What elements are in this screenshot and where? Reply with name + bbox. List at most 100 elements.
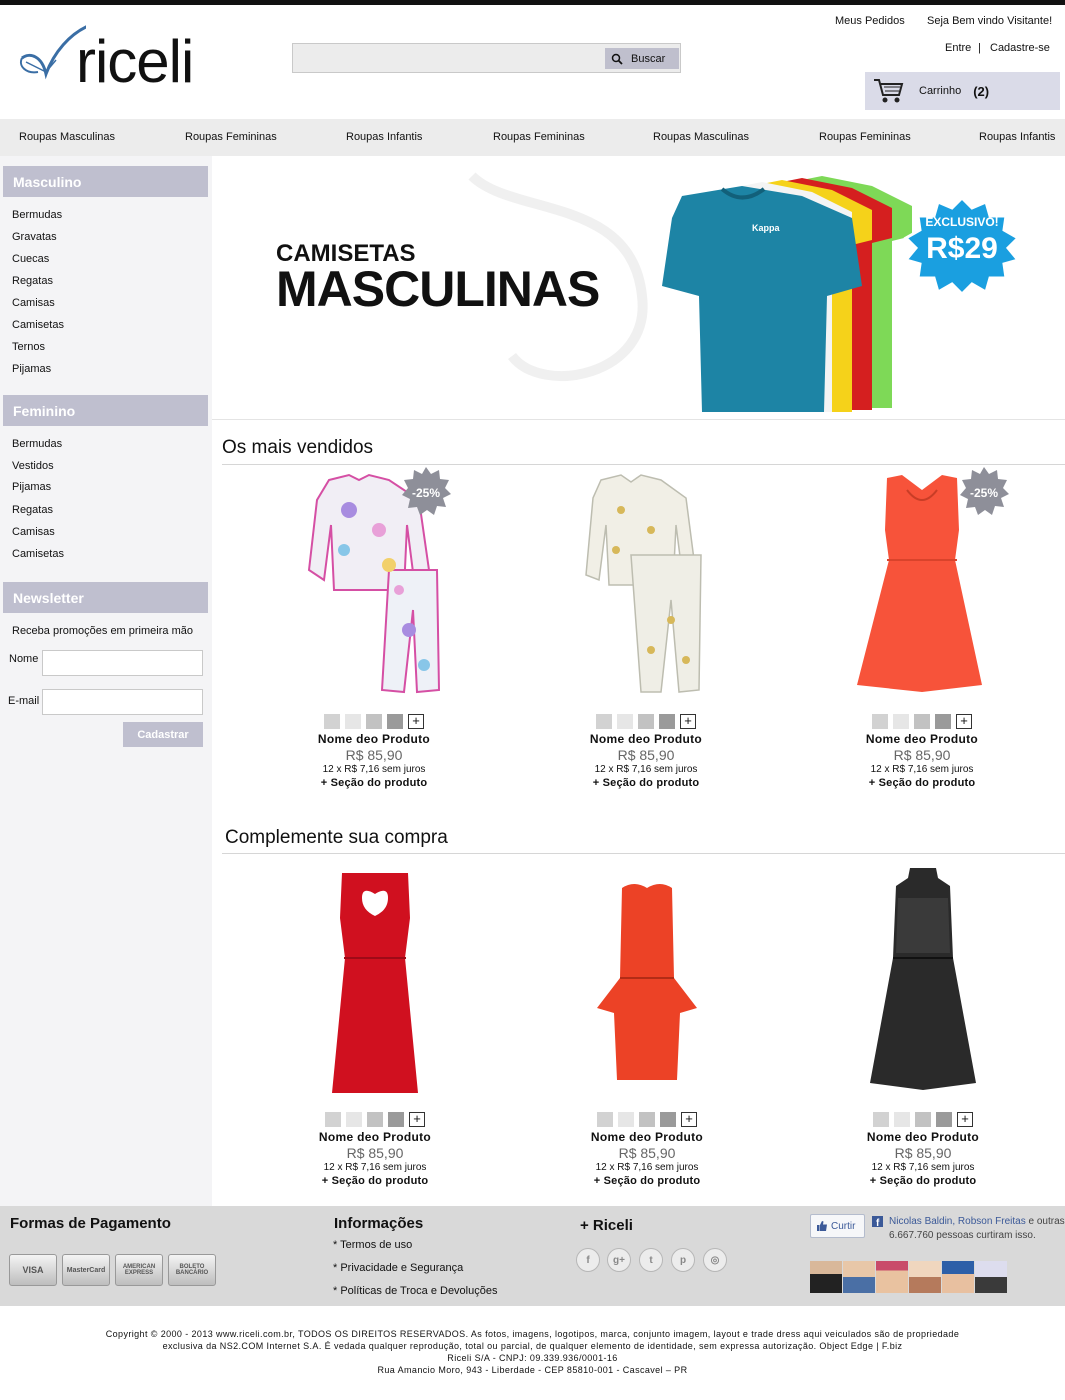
color-swatch[interactable] — [935, 714, 951, 729]
sidebar-item-pijamas[interactable]: Pijamas — [12, 481, 51, 493]
nav-item-roupas-femininas[interactable]: Roupas Femininas — [493, 131, 585, 143]
nav-item-roupas-femininas[interactable]: Roupas Femininas — [185, 131, 277, 143]
color-swatch[interactable] — [618, 1112, 634, 1127]
color-swatch[interactable] — [388, 1112, 404, 1127]
newsletter-name-input[interactable] — [42, 650, 203, 676]
sidebar-item-ternos[interactable]: Ternos — [12, 341, 45, 353]
color-swatch[interactable] — [325, 1112, 341, 1127]
sidebar-item-camisas[interactable]: Camisas — [12, 297, 55, 309]
color-swatch[interactable] — [596, 714, 612, 729]
avatar[interactable] — [942, 1261, 974, 1293]
product-name[interactable]: Nome deo Produto — [250, 1130, 500, 1144]
returns-policy-link[interactable]: * Políticas de Troca e Devoluções — [333, 1285, 497, 1297]
color-swatch[interactable] — [366, 714, 382, 729]
product-image-dress[interactable] — [798, 868, 1048, 1108]
sidebar-item-pijamas[interactable]: Pijamas — [12, 363, 51, 375]
color-swatch[interactable] — [915, 1112, 931, 1127]
product-name[interactable]: Nome deo Produto — [249, 732, 499, 746]
instagram-icon[interactable]: ◎ — [703, 1248, 727, 1272]
more-colors-button[interactable]: + — [409, 1112, 425, 1127]
more-colors-button[interactable]: + — [408, 714, 424, 729]
product-price: R$ 85,90 — [893, 747, 951, 763]
more-colors-button[interactable]: + — [680, 714, 696, 729]
product-name[interactable]: Nome deo Produto — [798, 1130, 1048, 1144]
nav-item-roupas-masculinas[interactable]: Roupas Masculinas — [653, 131, 749, 143]
search-button[interactable]: Buscar — [605, 48, 679, 69]
product-image-dress[interactable] — [250, 868, 500, 1108]
product-section-link[interactable]: + Seção do produto — [250, 1175, 500, 1187]
color-swatch[interactable] — [324, 714, 340, 729]
product-image-pajama[interactable] — [249, 470, 499, 710]
sidebar-item-camisas[interactable]: Camisas — [12, 526, 55, 538]
sidebar-item-camisetas[interactable]: Camisetas — [12, 548, 64, 560]
color-swatch[interactable] — [638, 714, 654, 729]
product-section-link[interactable]: + Seção do produto — [522, 1175, 772, 1187]
color-swatch[interactable] — [387, 714, 403, 729]
nav-item-roupas-infantis[interactable]: Roupas Infantis — [346, 131, 422, 143]
sidebar-item-vestidos[interactable]: Vestidos — [12, 460, 54, 472]
product-section-link[interactable]: + Seção do produto — [798, 1175, 1048, 1187]
privacy-link[interactable]: * Privacidade e Segurança — [333, 1262, 463, 1274]
facebook-icon[interactable]: f — [576, 1248, 600, 1272]
avatar[interactable] — [975, 1261, 1007, 1293]
avatar[interactable] — [810, 1261, 842, 1293]
color-swatch[interactable] — [872, 714, 888, 729]
facebook-like-button[interactable]: Curtir — [810, 1214, 865, 1238]
newsletter-submit-button[interactable]: Cadastrar — [123, 722, 203, 747]
nav-item-roupas-infantis[interactable]: Roupas Infantis — [979, 131, 1055, 143]
product-section-link[interactable]: + Seção do produto — [249, 777, 499, 789]
cart-button[interactable]: Carrinho (2) — [865, 72, 1060, 110]
color-swatch[interactable] — [936, 1112, 952, 1127]
google-plus-icon[interactable]: g+ — [607, 1248, 631, 1272]
sidebar-item-cuecas[interactable]: Cuecas — [12, 253, 49, 265]
product-name[interactable]: Nome deo Produto — [797, 732, 1047, 746]
product-name[interactable]: Nome deo Produto — [522, 1130, 772, 1144]
color-swatches: + — [798, 1112, 1048, 1127]
product-section-link[interactable]: + Seção do produto — [797, 777, 1047, 789]
color-swatch[interactable] — [639, 1112, 655, 1127]
product-section-link[interactable]: + Seção do produto — [521, 777, 771, 789]
color-swatch[interactable] — [367, 1112, 383, 1127]
pinterest-icon[interactable]: p — [671, 1248, 695, 1272]
facebook-small-icon: f — [872, 1216, 883, 1227]
register-link[interactable]: Cadastre-se — [990, 42, 1050, 54]
facebook-friend-names[interactable]: Nicolas Baldin, Robson Freitas — [889, 1216, 1026, 1227]
product-name[interactable]: Nome deo Produto — [521, 732, 771, 746]
avatar[interactable] — [843, 1261, 875, 1293]
site-logo[interactable]: riceli — [16, 22, 226, 92]
sidebar-item-bermudas[interactable]: Bermudas — [12, 209, 62, 221]
color-swatch[interactable] — [660, 1112, 676, 1127]
terms-link[interactable]: * Termos de uso — [333, 1239, 412, 1251]
color-swatch[interactable] — [346, 1112, 362, 1127]
twitter-icon[interactable]: t — [639, 1248, 663, 1272]
my-orders-link[interactable]: Meus Pedidos — [835, 15, 905, 27]
color-swatch[interactable] — [914, 714, 930, 729]
color-swatch[interactable] — [894, 1112, 910, 1127]
product-image-pajama[interactable] — [521, 470, 771, 710]
avatar[interactable] — [909, 1261, 941, 1293]
sidebar-item-gravatas[interactable]: Gravatas — [12, 231, 57, 243]
color-swatch[interactable] — [597, 1112, 613, 1127]
more-colors-button[interactable]: + — [957, 1112, 973, 1127]
nav-item-roupas-femininas[interactable]: Roupas Femininas — [819, 131, 911, 143]
sidebar-item-regatas[interactable]: Regatas — [12, 275, 53, 287]
product-image-dress[interactable] — [797, 470, 1047, 710]
promo-banner[interactable]: Kappa CAMISETAS MASCULINAS EXCLUSIVO! R$… — [212, 156, 1065, 420]
more-colors-button[interactable]: + — [681, 1112, 697, 1127]
avatar[interactable] — [876, 1261, 908, 1293]
nav-item-roupas-masculinas[interactable]: Roupas Masculinas — [19, 131, 115, 143]
color-swatch[interactable] — [345, 714, 361, 729]
product-image-dress[interactable] — [522, 868, 772, 1108]
newsletter-email-input[interactable] — [42, 689, 203, 715]
riceli-social-title: + Riceli — [580, 1217, 633, 1234]
more-colors-button[interactable]: + — [956, 714, 972, 729]
search-input[interactable] — [295, 46, 603, 70]
sidebar-item-bermudas[interactable]: Bermudas — [12, 438, 62, 450]
sidebar-item-camisetas[interactable]: Camisetas — [12, 319, 64, 331]
color-swatch[interactable] — [659, 714, 675, 729]
sidebar-item-regatas[interactable]: Regatas — [12, 504, 53, 516]
color-swatch[interactable] — [893, 714, 909, 729]
login-link[interactable]: Entre — [945, 42, 971, 54]
color-swatch[interactable] — [873, 1112, 889, 1127]
color-swatch[interactable] — [617, 714, 633, 729]
